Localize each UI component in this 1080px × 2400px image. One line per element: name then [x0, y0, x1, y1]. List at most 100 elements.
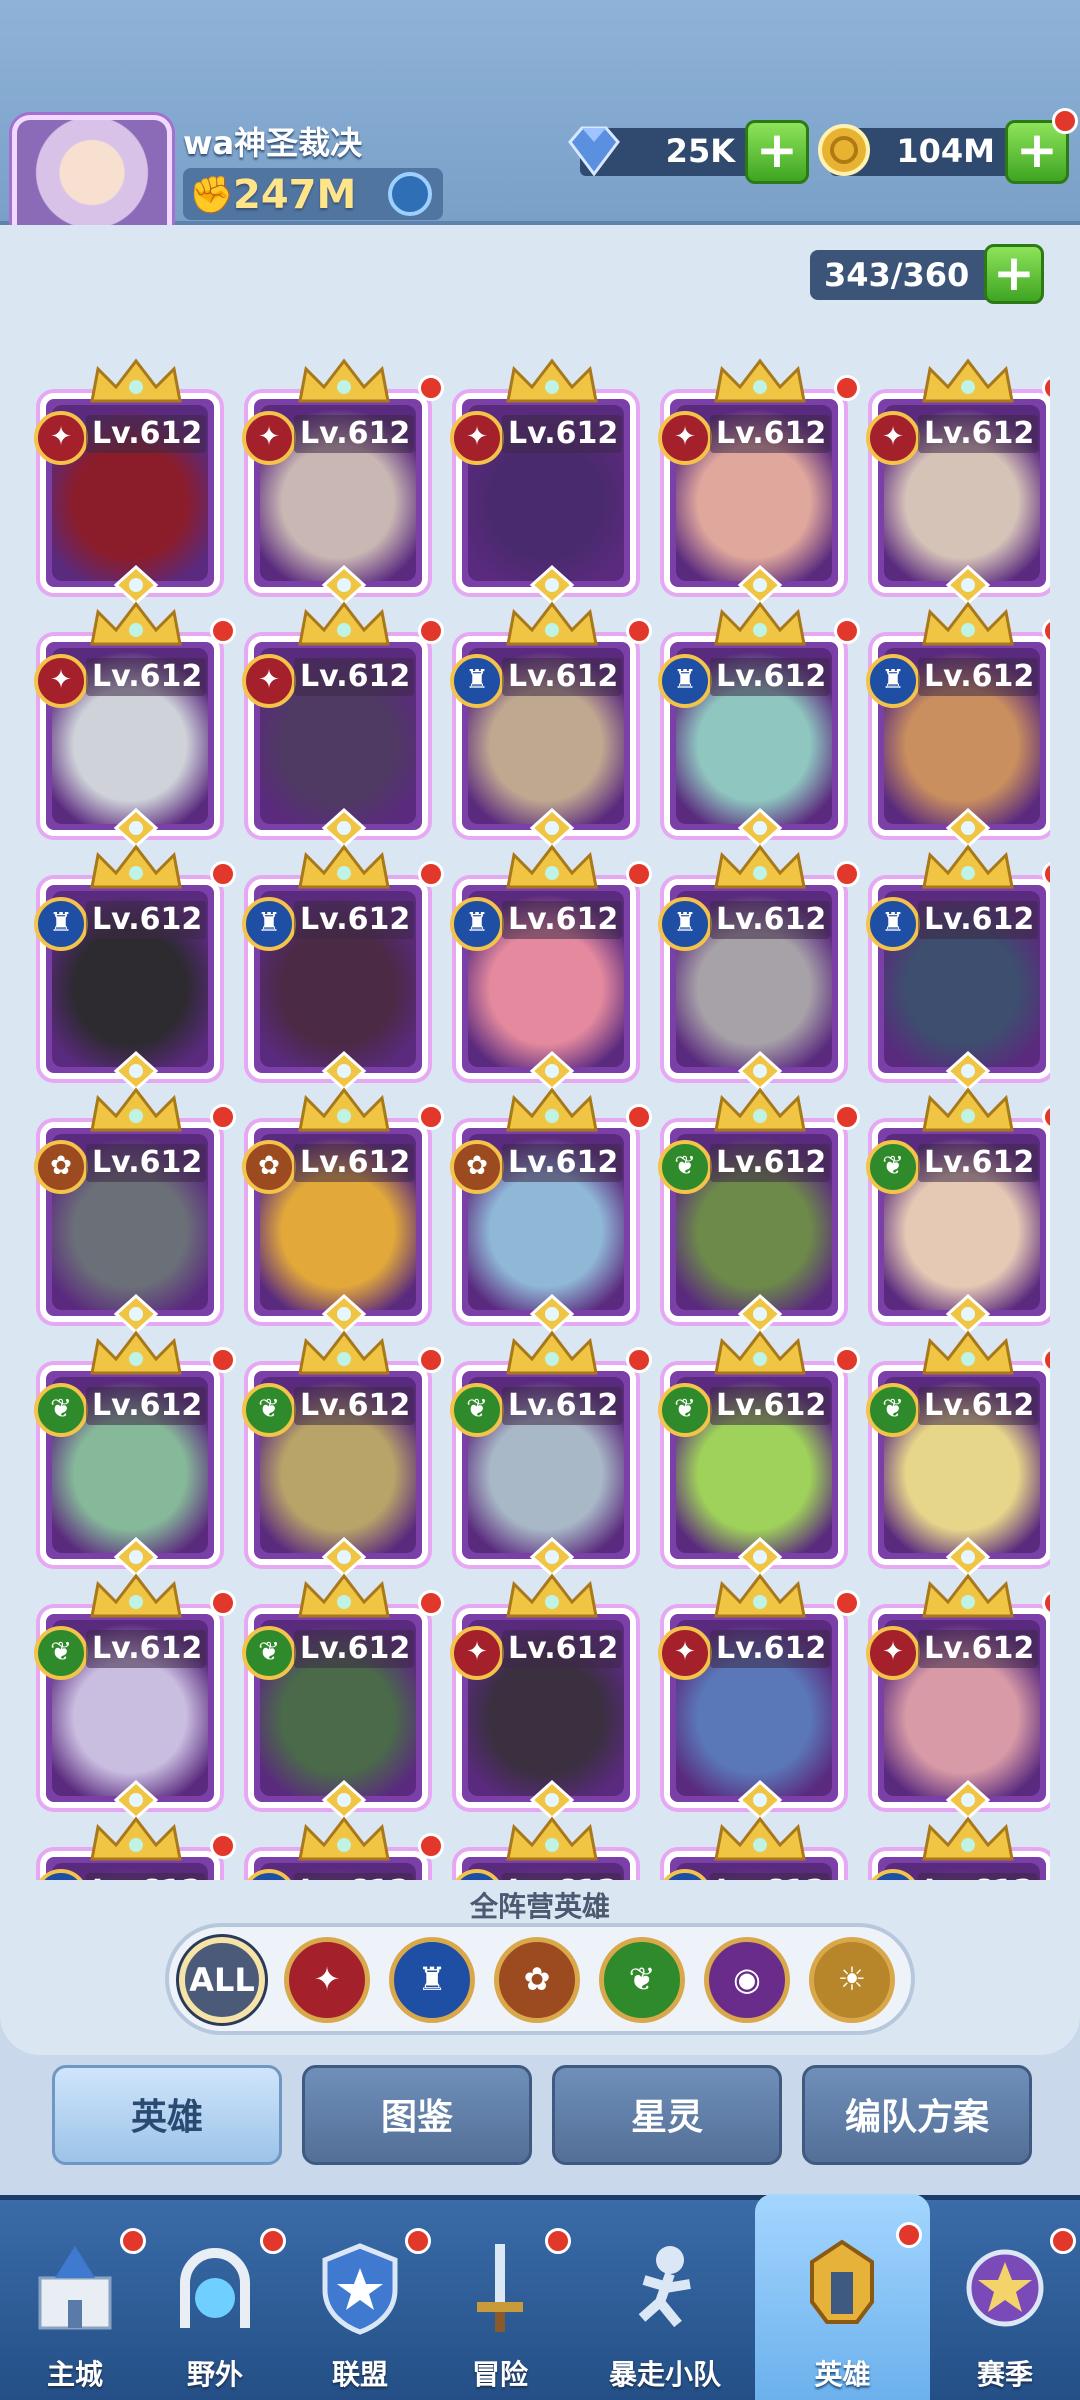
faction-filter-tower[interactable]: ♜	[389, 1937, 475, 2023]
crown-icon	[298, 1816, 390, 1861]
hero-level: Lv.612	[502, 1873, 622, 1880]
nav-main-city[interactable]: 主城	[0, 2200, 150, 2400]
faction-filter-bar: ALL ✦ ♜ ✿ ❦ ◉ ☀	[165, 1923, 915, 2035]
star-gem-icon	[945, 1780, 991, 1820]
crown-icon	[90, 601, 182, 646]
beast-faction-icon: ✿	[242, 1140, 296, 1194]
faction-filter-dark[interactable]: ◉	[704, 1937, 790, 2023]
hero-card[interactable]: ✦ Lv.612	[658, 358, 860, 605]
hero-card[interactable]: ♜Lv.612	[450, 1816, 636, 1880]
crown-icon	[90, 1816, 182, 1861]
hero-level: Lv.612	[710, 1873, 830, 1880]
hero-card[interactable]: ✿ Lv.612	[242, 1087, 444, 1334]
nav-adventure[interactable]: 冒险	[425, 2200, 575, 2400]
hero-card[interactable]: ✦ Lv.612	[866, 358, 1050, 605]
power-info-icon[interactable]	[388, 172, 432, 216]
hero-level: Lv.612	[86, 1144, 206, 1182]
faction-filter-beast[interactable]: ✿	[494, 1937, 580, 2023]
hero-card[interactable]: ♜Lv.612	[866, 601, 1050, 848]
nav-squad[interactable]: 暴走小队	[590, 2200, 740, 2400]
nav-season[interactable]: 赛季	[930, 2200, 1080, 2400]
tab-codex[interactable]: 图鉴	[302, 2065, 532, 2165]
hero-card[interactable]: ❦ Lv.612	[866, 1087, 1050, 1334]
hero-card[interactable]: ♜Lv.612	[658, 601, 860, 848]
tower-faction-icon: ♜	[34, 897, 88, 951]
nav-alliance[interactable]: 联盟	[285, 2200, 435, 2400]
hero-card[interactable]: ✦ Lv.612	[450, 1573, 636, 1820]
hero-level: Lv.612	[502, 1144, 622, 1182]
hero-card[interactable]: ✦ Lv.612	[242, 358, 444, 605]
star-gem-icon	[113, 1780, 159, 1820]
add-diamonds-button[interactable]: +	[745, 120, 809, 184]
hero-card[interactable]: ♜Lv.612	[658, 1816, 844, 1880]
expand-hero-slots-button[interactable]: +	[984, 244, 1044, 304]
hero-level: Lv.612	[502, 1630, 622, 1668]
hero-card[interactable]: ✿ Lv.612	[34, 1087, 236, 1334]
hero-card[interactable]: ✦ Lv.612	[242, 601, 444, 848]
hero-card[interactable]: ❦ Lv.612	[450, 1330, 652, 1577]
star-gem-icon	[529, 1051, 575, 1091]
nav-notification-dot	[260, 2228, 286, 2254]
hero-card[interactable]: ✦ Lv.612	[866, 1573, 1050, 1820]
helmet-icon	[810, 2239, 874, 2324]
star-gem-icon	[945, 1051, 991, 1091]
hero-notification-dot	[418, 618, 444, 644]
tab-formation[interactable]: 编队方案	[802, 2065, 1032, 2165]
hero-card[interactable]: ♜Lv.612	[658, 844, 860, 1091]
hero-level: Lv.612	[710, 1387, 830, 1425]
hero-count-bar: 343/360 +	[810, 244, 1044, 304]
hero-card[interactable]: ❦ Lv.612	[242, 1573, 444, 1820]
hero-card[interactable]: ❦ Lv.612	[242, 1330, 444, 1577]
hero-notification-dot	[626, 861, 652, 887]
hero-card[interactable]: ❦ Lv.612	[34, 1573, 236, 1820]
hero-notification-dot	[1042, 1104, 1050, 1130]
faction-filter-title: 全阵营英雄	[469, 1890, 610, 1923]
top-header: 300 wa神圣裁决 ✊ 247M 25K + 104M +	[0, 0, 1080, 275]
hero-notification-dot	[418, 375, 444, 401]
hero-card[interactable]: ♜Lv.612	[866, 1816, 1050, 1880]
hero-count: 343/360	[824, 256, 970, 294]
tab-star-spirit[interactable]: 星灵	[552, 2065, 782, 2165]
hero-card[interactable]: ❦ Lv.612	[866, 1330, 1050, 1577]
fire-faction-icon: ✦	[866, 411, 920, 465]
hero-card[interactable]: ♜Lv.612	[450, 844, 652, 1091]
hero-card[interactable]: ❦ Lv.612	[34, 1330, 236, 1577]
hero-card[interactable]: ♜Lv.612	[866, 844, 1050, 1091]
star-gem-icon	[321, 1537, 367, 1577]
hero-card[interactable]: ✦ Lv.612	[450, 358, 636, 605]
hero-level: Lv.612	[86, 415, 206, 453]
nature-faction-icon: ❦	[34, 1383, 88, 1437]
hero-card[interactable]: ♜Lv.612	[450, 601, 652, 848]
star-gem-icon	[945, 1294, 991, 1334]
faction-filter-light[interactable]: ☀	[809, 1937, 895, 2023]
tab-heroes[interactable]: 英雄	[52, 2065, 282, 2165]
star-gem-icon	[529, 565, 575, 605]
faction-filter-nature[interactable]: ❦	[599, 1937, 685, 2023]
hero-card[interactable]: ✦ Lv.612	[34, 358, 220, 605]
hero-card[interactable]: ♜Lv.612	[34, 1816, 236, 1880]
nav-wild[interactable]: 野外	[140, 2200, 290, 2400]
hero-notification-dot	[210, 618, 236, 644]
nav-heroes[interactable]: 英雄	[755, 2194, 930, 2400]
hero-card[interactable]: ♜Lv.612	[242, 844, 444, 1091]
hero-card[interactable]: ❦ Lv.612	[658, 1330, 860, 1577]
fire-faction-icon: ✦	[658, 1626, 712, 1680]
star-gem-icon	[321, 1780, 367, 1820]
hero-card[interactable]: ✦ Lv.612	[658, 1573, 860, 1820]
fire-faction-icon: ✦	[242, 411, 296, 465]
hero-card[interactable]: ♜Lv.612	[34, 844, 236, 1091]
hero-level: Lv.612	[502, 415, 622, 453]
hero-card[interactable]: ✦ Lv.612	[34, 601, 236, 848]
hero-notification-dot	[626, 1347, 652, 1373]
hero-level: Lv.612	[502, 1387, 622, 1425]
hero-notification-dot	[834, 1347, 860, 1373]
hero-card[interactable]: ❦ Lv.612	[658, 1087, 860, 1334]
hero-card[interactable]: ♜Lv.612	[242, 1816, 444, 1880]
hero-notification-dot	[1042, 1590, 1050, 1616]
faction-filter-fire[interactable]: ✦	[284, 1937, 370, 2023]
star-gem-icon	[737, 1780, 783, 1820]
tower-faction-icon: ♜	[866, 897, 920, 951]
hero-notification-dot	[210, 1347, 236, 1373]
faction-filter-all[interactable]: ALL	[179, 1937, 265, 2023]
hero-card[interactable]: ✿ Lv.612	[450, 1087, 652, 1334]
